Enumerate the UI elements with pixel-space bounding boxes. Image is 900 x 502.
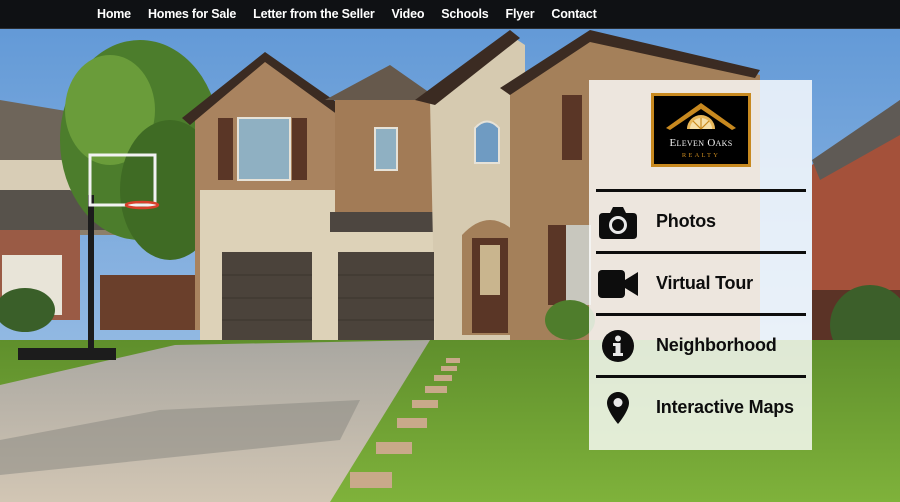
camera-icon: [598, 202, 638, 242]
nav-menu: Home Homes for Sale Letter from the Sell…: [97, 0, 614, 29]
nav-link-flyer[interactable]: Flyer: [506, 0, 535, 29]
nav-item-schools: Schools: [441, 0, 488, 29]
nav-item-letter-from-seller: Letter from the Seller: [253, 0, 375, 29]
logo-company-subtitle: REALTY: [681, 152, 721, 159]
nav-link-schools[interactable]: Schools: [441, 0, 488, 29]
nav-item-homes-for-sale: Homes for Sale: [148, 0, 236, 29]
nav-item-flyer: Flyer: [506, 0, 535, 29]
menu-item-label: Neighborhood: [656, 335, 777, 355]
nav-item-contact: Contact: [551, 0, 596, 29]
nav-item-video: Video: [391, 0, 424, 29]
nav-link-video[interactable]: Video: [391, 0, 424, 29]
menu-item-label: Interactive Maps: [656, 397, 794, 417]
nav-link-home[interactable]: Home: [97, 0, 131, 29]
map-marker-icon: [598, 388, 638, 428]
nav-link-homes-for-sale[interactable]: Homes for Sale: [148, 0, 236, 29]
nav-item-home: Home: [97, 0, 131, 29]
menu-item-neighborhood[interactable]: Neighborhood: [596, 316, 806, 375]
property-menu-panel: Eleven Oaks REALTY Photos Virtual Tour N…: [589, 80, 812, 450]
menu-item-interactive-maps[interactable]: Interactive Maps: [596, 378, 806, 437]
top-navigation-bar: Home Homes for Sale Letter from the Sell…: [0, 0, 900, 29]
info-circle-icon: [598, 326, 638, 366]
menu-item-photos[interactable]: Photos: [596, 192, 806, 251]
nav-link-letter-from-seller[interactable]: Letter from the Seller: [253, 0, 375, 29]
menu-item-label: Photos: [656, 211, 716, 231]
video-camera-icon: [598, 264, 638, 304]
menu-item-label: Virtual Tour: [656, 273, 753, 293]
logo-company-name: Eleven Oaks: [669, 137, 733, 149]
menu-item-virtual-tour[interactable]: Virtual Tour: [596, 254, 806, 313]
property-menu: Photos Virtual Tour Neighborhood Interac…: [596, 189, 806, 437]
nav-link-contact[interactable]: Contact: [551, 0, 596, 29]
eleven-oaks-realty-logo[interactable]: Eleven Oaks REALTY: [651, 93, 751, 167]
